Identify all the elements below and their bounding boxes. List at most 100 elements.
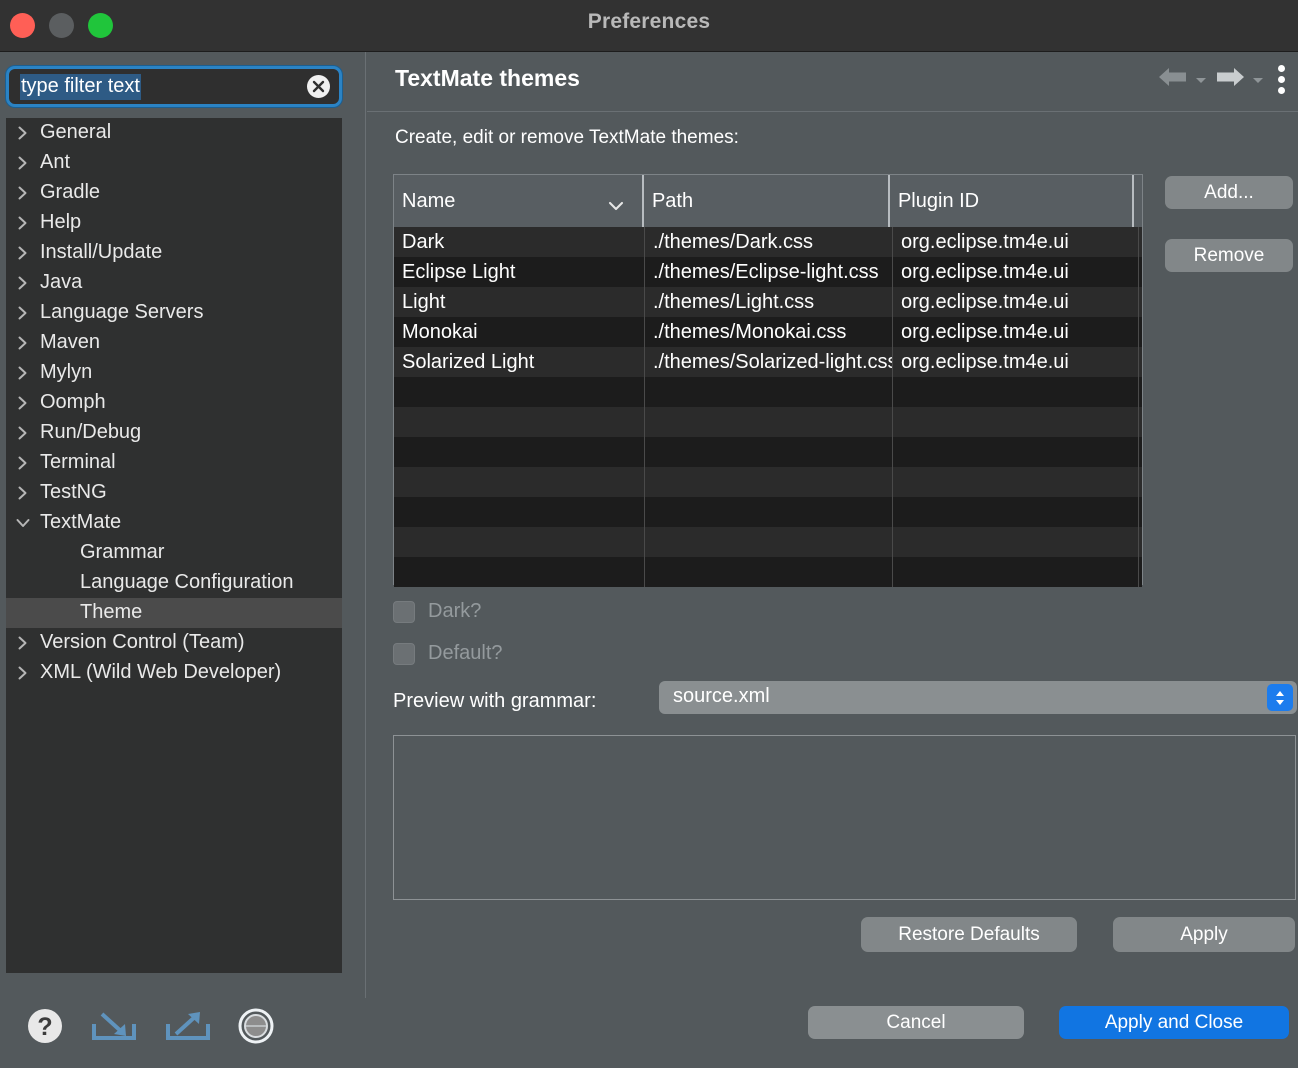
table-row[interactable] — [394, 557, 1142, 587]
back-button[interactable] — [1156, 64, 1207, 95]
table-row[interactable] — [394, 467, 1142, 497]
help-question-icon[interactable]: ? — [26, 1007, 64, 1050]
table-cell-name: Monokai — [394, 317, 644, 347]
table-cell-plugin-id: org.eclipse.tm4e.ui — [892, 317, 1138, 347]
chevron-right-icon[interactable] — [6, 485, 40, 501]
table-row[interactable]: Solarized Light./themes/Solarized-light.… — [394, 347, 1142, 377]
table-cell-name — [394, 407, 644, 437]
chevron-right-icon[interactable] — [6, 125, 40, 141]
filter-field-wrapper[interactable]: type filter text — [6, 66, 342, 107]
sidebar-item-help[interactable]: Help — [6, 208, 342, 238]
table-cell-path — [644, 527, 892, 557]
sidebar-item-label: Terminal — [40, 451, 116, 476]
chevron-right-icon[interactable] — [6, 425, 40, 441]
restore-defaults-button[interactable]: Restore Defaults — [861, 917, 1077, 952]
dark-checkbox-row[interactable]: Dark? — [393, 600, 481, 623]
default-checkbox-row[interactable]: Default? — [393, 642, 503, 665]
clear-search-icon[interactable] — [307, 75, 330, 98]
table-row[interactable]: Dark./themes/Dark.cssorg.eclipse.tm4e.ui — [394, 227, 1142, 257]
cancel-button[interactable]: Cancel — [808, 1006, 1024, 1039]
export-arrow-icon[interactable] — [164, 1006, 212, 1051]
table-cell-spacer — [1138, 467, 1142, 497]
sidebar-item-mylyn[interactable]: Mylyn — [6, 358, 342, 388]
table-cell-spacer — [1138, 407, 1142, 437]
sidebar-item-language-configuration[interactable]: Language Configuration — [6, 568, 342, 598]
chevron-right-icon[interactable] — [6, 215, 40, 231]
apply-button[interactable]: Apply — [1113, 917, 1295, 952]
chevron-right-icon[interactable] — [6, 185, 40, 201]
sidebar-item-textmate[interactable]: TextMate — [6, 508, 342, 538]
sidebar-item-terminal[interactable]: Terminal — [6, 448, 342, 478]
sidebar-item-general[interactable]: General — [6, 118, 342, 148]
table-row[interactable]: Monokai./themes/Monokai.cssorg.eclipse.t… — [394, 317, 1142, 347]
vertical-dots-menu-icon[interactable] — [1278, 65, 1285, 94]
forward-arrow-icon — [1213, 64, 1247, 95]
dark-checkbox[interactable] — [393, 601, 415, 623]
chevron-right-icon[interactable] — [6, 305, 40, 321]
table-cell-name — [394, 377, 644, 407]
table-body[interactable]: Dark./themes/Dark.cssorg.eclipse.tm4e.ui… — [394, 227, 1142, 587]
table-row[interactable] — [394, 437, 1142, 467]
table-row[interactable]: Eclipse Light./themes/Eclipse-light.csso… — [394, 257, 1142, 287]
add-button[interactable]: Add... — [1165, 176, 1293, 209]
forward-button[interactable] — [1213, 64, 1264, 95]
sidebar-item-install-update[interactable]: Install/Update — [6, 238, 342, 268]
chevron-right-icon[interactable] — [6, 395, 40, 411]
chevron-right-icon[interactable] — [6, 455, 40, 471]
back-arrow-icon — [1156, 64, 1190, 95]
apply-and-close-button[interactable]: Apply and Close — [1059, 1006, 1289, 1039]
column-header-path[interactable]: Path — [642, 175, 888, 227]
chevron-right-icon[interactable] — [6, 635, 40, 651]
column-header-name[interactable]: Name — [394, 175, 642, 227]
preview-grammar-value: source.xml — [673, 685, 770, 708]
table-cell-plugin-id — [892, 557, 1138, 587]
sidebar-item-testng[interactable]: TestNG — [6, 478, 342, 508]
sidebar-item-maven[interactable]: Maven — [6, 328, 342, 358]
sidebar-item-grammar[interactable]: Grammar — [6, 538, 342, 568]
table-cell-name: Solarized Light — [394, 347, 644, 377]
back-dropdown-caret-icon[interactable] — [1195, 71, 1207, 89]
theme-preview-panel — [393, 735, 1296, 900]
table-cell-path: ./themes/Dark.css — [644, 227, 892, 257]
chevron-right-icon[interactable] — [6, 155, 40, 171]
table-cell-plugin-id — [892, 407, 1138, 437]
import-arrow-icon[interactable] — [90, 1006, 138, 1051]
chevron-right-icon[interactable] — [6, 365, 40, 381]
sidebar-item-label: Grammar — [80, 541, 164, 566]
preferences-tree[interactable]: GeneralAntGradleHelpInstall/UpdateJavaLa… — [6, 118, 342, 973]
forward-dropdown-caret-icon[interactable] — [1252, 71, 1264, 89]
stepper-updown-icon[interactable] — [1267, 684, 1293, 711]
sidebar-item-ant[interactable]: Ant — [6, 148, 342, 178]
chevron-right-icon[interactable] — [6, 275, 40, 291]
table-row[interactable] — [394, 377, 1142, 407]
table-cell-spacer — [1138, 227, 1142, 257]
table-row[interactable] — [394, 527, 1142, 557]
sidebar-item-gradle[interactable]: Gradle — [6, 178, 342, 208]
sidebar-item-theme[interactable]: Theme — [6, 598, 342, 628]
table-cell-name — [394, 527, 644, 557]
themes-table[interactable]: Name Path Plugin ID Dark./themes/Dark.cs… — [393, 174, 1143, 585]
sidebar-item-label: General — [40, 121, 111, 146]
table-cell-path — [644, 377, 892, 407]
preview-grammar-select[interactable]: source.xml — [659, 681, 1297, 714]
search-input[interactable]: type filter text — [20, 74, 141, 100]
sidebar-item-java[interactable]: Java — [6, 268, 342, 298]
footer-icon-group: ? — [26, 1006, 274, 1051]
chevron-right-icon[interactable] — [6, 245, 40, 261]
column-header-plugin-id[interactable]: Plugin ID — [888, 175, 1132, 227]
chevron-right-icon[interactable] — [6, 335, 40, 351]
sidebar-item-language-servers[interactable]: Language Servers — [6, 298, 342, 328]
table-row[interactable] — [394, 497, 1142, 527]
table-cell-plugin-id — [892, 497, 1138, 527]
progress-circle-icon[interactable] — [238, 1008, 274, 1049]
remove-button[interactable]: Remove — [1165, 239, 1293, 272]
table-row[interactable]: Light./themes/Light.cssorg.eclipse.tm4e.… — [394, 287, 1142, 317]
chevron-right-icon[interactable] — [6, 665, 40, 681]
default-checkbox[interactable] — [393, 643, 415, 665]
sidebar-item-xml-wild-web-developer[interactable]: XML (Wild Web Developer) — [6, 658, 342, 688]
table-row[interactable] — [394, 407, 1142, 437]
sidebar-item-version-control-team[interactable]: Version Control (Team) — [6, 628, 342, 658]
sidebar-item-run-debug[interactable]: Run/Debug — [6, 418, 342, 448]
sidebar-item-oomph[interactable]: Oomph — [6, 388, 342, 418]
chevron-down-icon[interactable] — [6, 516, 40, 530]
